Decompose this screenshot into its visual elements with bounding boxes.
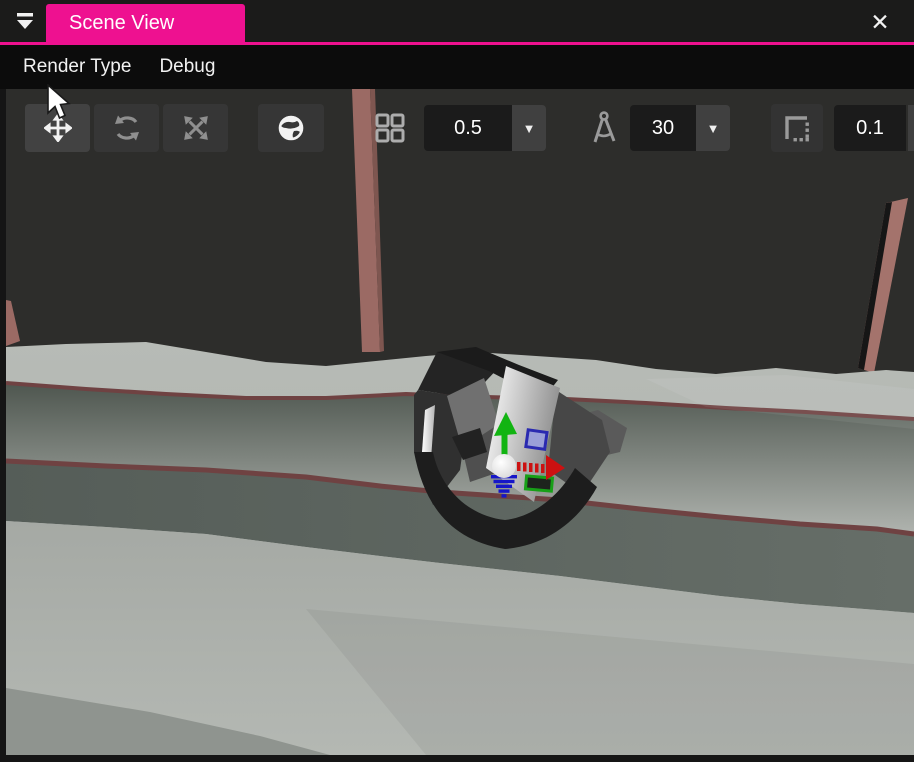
corner-snap-icon — [781, 112, 813, 144]
chevron-down-icon: ▼ — [707, 121, 720, 136]
grid-snap-dropdown[interactable]: ▼ — [512, 105, 546, 151]
rotate-tool-button[interactable] — [94, 104, 159, 152]
chevron-down-icon: ▼ — [523, 121, 536, 136]
grid-icon — [374, 112, 406, 144]
mouse-cursor — [46, 84, 72, 122]
menu-render-type[interactable]: Render Type — [9, 56, 145, 78]
scale-snap-field[interactable]: 0.1 — [834, 105, 906, 151]
menu-bar: Render Type Debug — [0, 45, 914, 89]
scale-snap-dropdown[interactable]: ▼ — [908, 105, 914, 151]
globe-icon — [276, 113, 306, 143]
scale-tool-button[interactable] — [163, 104, 228, 152]
window-bottom-border — [0, 755, 914, 762]
close-button[interactable]: ✕ — [862, 6, 898, 38]
angle-snap-toggle[interactable] — [580, 106, 628, 150]
scene-render — [6, 89, 914, 755]
grid-snap-toggle[interactable] — [370, 106, 410, 150]
world-space-button[interactable] — [258, 104, 324, 152]
scene-viewport[interactable] — [6, 89, 914, 755]
compass-icon — [587, 110, 621, 146]
close-icon: ✕ — [870, 9, 889, 35]
scale-snap-toggle[interactable] — [771, 104, 823, 152]
tab-list-button[interactable] — [6, 4, 44, 40]
angle-snap-dropdown[interactable]: ▼ — [696, 105, 730, 151]
tab-scene-view[interactable]: Scene View — [46, 4, 245, 42]
gizmo-center-handle[interactable] — [492, 454, 516, 478]
grid-snap-field[interactable]: 0.5 — [424, 105, 512, 151]
scale-snap-value: 0.1 — [856, 117, 884, 140]
scale-icon — [182, 114, 210, 142]
menu-debug[interactable]: Debug — [145, 56, 229, 78]
gizmo-plane-handle-blue[interactable] — [526, 430, 547, 449]
tab-label: Scene View — [69, 12, 174, 34]
angle-snap-field[interactable]: 30 — [630, 105, 696, 151]
scene-view-window: { "tab_bar": { "active_tab": "Scene View… — [0, 0, 914, 762]
grid-snap-value: 0.5 — [454, 117, 482, 140]
angle-snap-value: 30 — [652, 117, 674, 140]
tab-list-chevron-icon — [13, 11, 37, 33]
rotate-icon — [112, 114, 142, 142]
